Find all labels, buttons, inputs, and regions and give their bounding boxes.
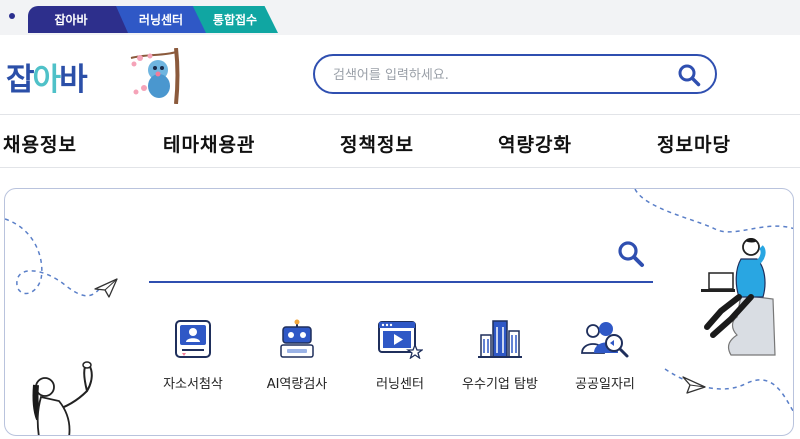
hero-search-underline — [149, 281, 653, 283]
top-dot — [9, 13, 15, 19]
quick-link-label: 공공일자리 — [575, 377, 635, 392]
person-pointing-illustration — [32, 361, 93, 435]
search-icon[interactable] — [677, 63, 701, 87]
quick-link-company-tour[interactable]: 우수기업 탐방 — [445, 319, 555, 392]
paper-plane-icon — [682, 376, 706, 394]
logo-text: 잡아바 — [6, 62, 88, 98]
quick-link-learning-center[interactable]: 러닝센터 — [345, 319, 455, 392]
people-search-icon — [581, 322, 629, 358]
buildings-icon — [478, 320, 522, 358]
quick-link-public-jobs[interactable]: 공공일자리 — [550, 319, 660, 392]
logo-mascot-icon — [130, 48, 180, 104]
quick-link-ai-assessment[interactable]: AI역량검사 — [242, 319, 352, 392]
header-search — [313, 54, 717, 94]
dashed-path-decoration — [5, 189, 793, 413]
quick-link-label: 러닝센터 — [376, 377, 424, 392]
quick-link-label: 우수기업 탐방 — [462, 377, 538, 392]
quick-link-label: AI역량검사 — [266, 377, 328, 392]
resume-icon — [175, 320, 211, 358]
top-strip: 통합접수 러닝센터 잡아바 — [0, 0, 800, 35]
nav-item-theme[interactable]: 테마채용관 — [163, 130, 255, 157]
nav-item-policy[interactable]: 정책정보 — [340, 130, 414, 157]
person-laptop-illustration — [701, 238, 776, 356]
robot-icon — [280, 319, 314, 358]
nav-item-capability[interactable]: 역량강화 — [498, 130, 572, 157]
nav-item-jobs[interactable]: 채용정보 — [3, 130, 77, 157]
site-logo[interactable]: 잡아바 — [6, 48, 186, 104]
nav-item-info[interactable]: 정보마당 — [657, 130, 731, 157]
main-nav: 채용정보 테마채용관 정책정보 역량강화 정보마당 — [0, 114, 800, 168]
quick-link-resume[interactable]: 자소서첨삭 — [138, 319, 248, 392]
hero-search-input[interactable] — [155, 241, 595, 271]
quick-link-label: 자소서첨삭 — [163, 377, 223, 392]
video-play-icon — [378, 321, 423, 359]
search-input[interactable] — [333, 64, 653, 86]
paper-plane-icon — [94, 278, 118, 298]
hero-panel: 자소서첨삭 AI역량검사 러닝센터 우수기업 탐방 공공일자리 — [4, 188, 794, 436]
search-icon[interactable] — [617, 240, 645, 268]
tab-jobaba[interactable]: 잡아바 — [28, 6, 128, 33]
